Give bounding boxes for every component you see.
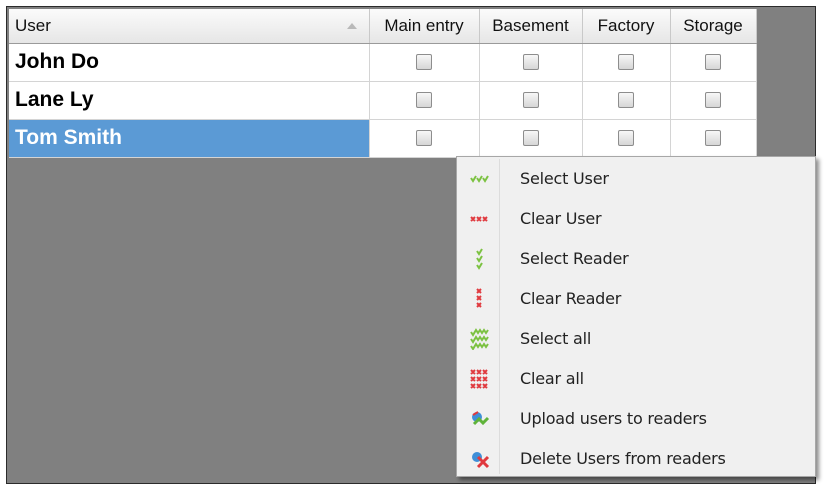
- access-cell: [369, 119, 480, 158]
- menu-item-clear-reader[interactable]: Clear Reader: [457, 279, 815, 319]
- access-cell: [670, 43, 757, 82]
- access-checkbox[interactable]: [522, 129, 539, 146]
- access-checkbox[interactable]: [705, 53, 721, 70]
- upload-users-icon: [472, 411, 490, 426]
- clear-user-icon: [470, 216, 488, 222]
- user-name-cell[interactable]: Tom Smith: [9, 119, 370, 158]
- user-name-cell[interactable]: Lane Ly: [9, 81, 370, 120]
- access-checkbox[interactable]: [416, 91, 432, 108]
- menu-item-clear-all[interactable]: Clear all: [457, 359, 815, 399]
- access-cell: [582, 81, 671, 120]
- access-cell: [582, 119, 671, 158]
- column-header-factory[interactable]: Factory: [582, 9, 671, 44]
- select-user-icon: [470, 175, 489, 183]
- access-checkbox[interactable]: [416, 129, 432, 146]
- menu-item-label: Clear User: [520, 209, 602, 228]
- table-row[interactable]: Lane Ly: [9, 81, 757, 120]
- access-checkbox[interactable]: [618, 91, 634, 108]
- user-name-cell[interactable]: John Do: [9, 43, 370, 82]
- access-cell: [479, 43, 583, 82]
- menu-item-label: Clear Reader: [520, 289, 622, 308]
- access-checkbox[interactable]: [618, 129, 634, 146]
- access-cell: [670, 119, 757, 158]
- access-cell: [369, 43, 480, 82]
- delete-users-icon: [472, 452, 490, 469]
- menu-item-clear-user[interactable]: Clear User: [457, 199, 815, 239]
- menu-item-label: Select User: [520, 169, 609, 188]
- access-checkbox[interactable]: [522, 91, 539, 108]
- menu-item-select-all[interactable]: Select all: [457, 319, 815, 359]
- access-checkbox[interactable]: [705, 91, 721, 108]
- clear-all-icon: [470, 369, 488, 389]
- access-cell: [582, 43, 671, 82]
- column-header-user[interactable]: User: [9, 9, 370, 44]
- access-cell: [369, 81, 480, 120]
- select-all-icon: [470, 328, 489, 350]
- access-checkbox[interactable]: [705, 129, 721, 146]
- menu-item-label: Clear all: [520, 369, 584, 388]
- access-cell: [670, 81, 757, 120]
- menu-item-delete-users[interactable]: Delete Users from readers: [457, 439, 815, 479]
- column-header-basement[interactable]: Basement: [479, 9, 583, 44]
- menu-item-upload-users[interactable]: Upload users to readers: [457, 399, 815, 439]
- clear-reader-icon: [476, 288, 482, 308]
- select-reader-icon: [476, 248, 483, 270]
- access-cell: [479, 119, 583, 158]
- menu-item-label: Select Reader: [520, 249, 629, 268]
- table-row-selected[interactable]: Tom Smith: [9, 119, 757, 158]
- menu-item-label: Upload users to readers: [520, 409, 707, 428]
- column-header-main-entry[interactable]: Main entry: [369, 9, 480, 44]
- menu-item-label: Delete Users from readers: [520, 449, 726, 468]
- menu-item-select-user[interactable]: Select User: [457, 159, 815, 199]
- column-header-user-label: User: [15, 15, 51, 35]
- access-checkbox[interactable]: [522, 53, 539, 70]
- access-checkbox[interactable]: [416, 53, 432, 70]
- context-menu: Select User Clear User Select Reader Cle…: [456, 156, 816, 477]
- access-checkbox[interactable]: [618, 53, 634, 70]
- table-row[interactable]: John Do: [9, 43, 757, 82]
- sort-ascending-icon: [346, 23, 357, 29]
- access-cell: [479, 81, 583, 120]
- access-grid: User Main entry Basement Factory Storage…: [9, 9, 757, 158]
- column-header-storage[interactable]: Storage: [670, 9, 757, 44]
- menu-item-select-reader[interactable]: Select Reader: [457, 239, 815, 279]
- header-row: User Main entry Basement Factory Storage: [9, 9, 757, 44]
- menu-item-label: Select all: [520, 329, 592, 348]
